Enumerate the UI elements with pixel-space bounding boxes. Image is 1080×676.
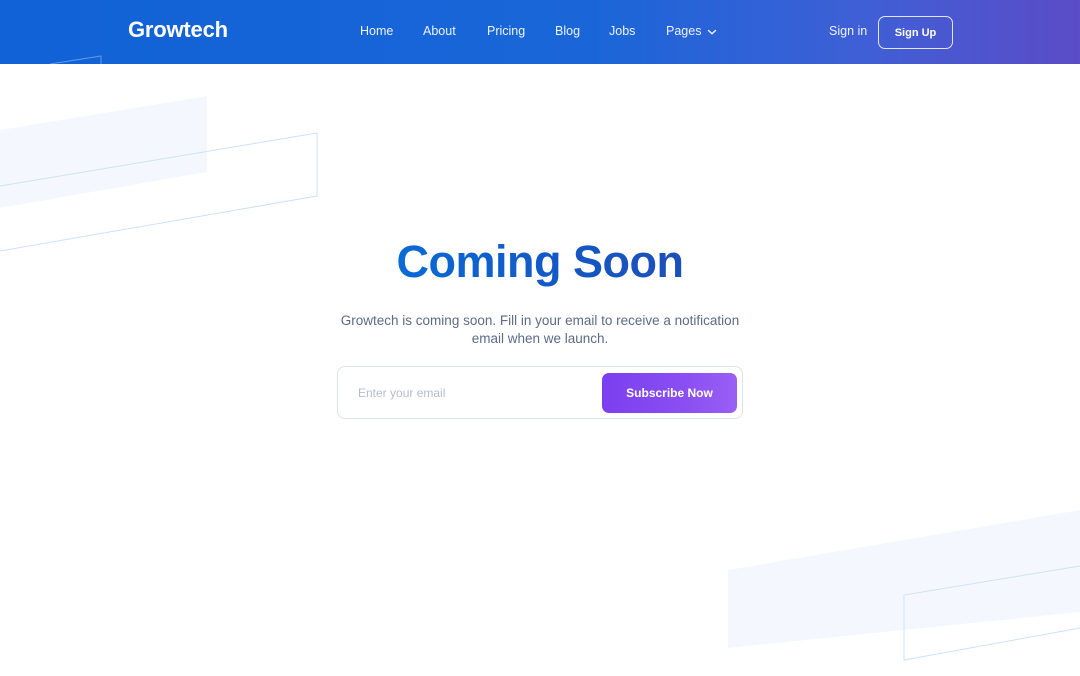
chevron-down-icon[interactable] bbox=[706, 26, 718, 38]
sign-in-link[interactable]: Sign in bbox=[829, 24, 867, 38]
nav-home[interactable]: Home bbox=[360, 24, 393, 38]
sign-up-button[interactable]: Sign Up bbox=[878, 16, 953, 49]
nav-jobs[interactable]: Jobs bbox=[609, 24, 635, 38]
nav-about[interactable]: About bbox=[423, 24, 456, 38]
page-title: Coming Soon bbox=[0, 236, 1080, 288]
coming-soon-page: Growtech Home About Pricing Blog Jobs Pa… bbox=[0, 0, 1080, 676]
email-input[interactable] bbox=[358, 383, 588, 403]
site-header: Growtech Home About Pricing Blog Jobs Pa… bbox=[0, 0, 1080, 64]
nav-blog[interactable]: Blog bbox=[555, 24, 580, 38]
subscribe-button[interactable]: Subscribe Now bbox=[602, 373, 737, 413]
subscribe-form: Subscribe Now bbox=[337, 366, 743, 419]
nav-pricing[interactable]: Pricing bbox=[487, 24, 525, 38]
page-description: Growtech is coming soon. Fill in your em… bbox=[340, 313, 740, 346]
page-title-text: Coming Soon bbox=[396, 236, 684, 287]
logo[interactable]: Growtech bbox=[128, 17, 228, 43]
nav-pages[interactable]: Pages bbox=[666, 24, 701, 38]
